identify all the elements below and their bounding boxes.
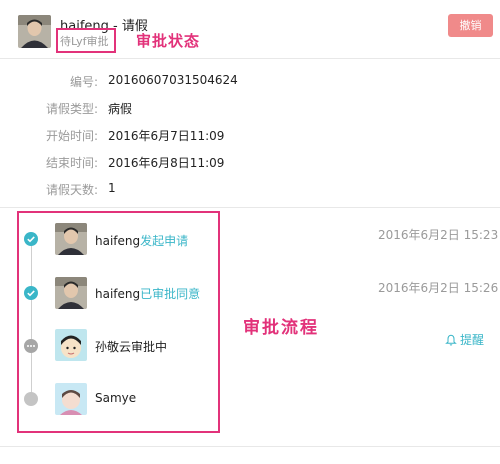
detail-label-days: 请假天数: [45,183,98,197]
detail-label-end-time: 结束时间: [45,156,98,170]
detail-value-start-time: 2016年6月7日11:09 [108,129,225,143]
flow-annotation: 审批流程 [243,318,319,338]
applicant-avatar [18,15,51,48]
flow-highlight-box [17,211,220,433]
revoke-button[interactable]: 撤销 [448,14,493,37]
details-divider [0,207,500,208]
remind-label: 提醒 [460,333,485,347]
detail-value-id: 20160607031504624 [108,73,238,87]
status-highlight-box [56,28,116,53]
detail-label-start-time: 开始时间: [45,129,98,143]
detail-value-leave-type: 病假 [108,102,133,116]
bell-icon [445,334,457,346]
status-annotation: 审批状态 [136,32,201,50]
header-divider [0,58,500,59]
detail-label-id: 编号: [69,75,98,89]
detail-value-days: 1 [108,181,116,195]
flow-step-2-time: 2016年6月2日 15:26 [378,281,499,295]
flow-step-1-time: 2016年6月2日 15:23 [378,228,499,242]
remind-button[interactable]: 提醒 [445,331,484,348]
bottom-divider [0,446,500,447]
detail-label-leave-type: 请假类型: [45,102,98,116]
detail-value-end-time: 2016年6月8日11:09 [108,156,225,170]
